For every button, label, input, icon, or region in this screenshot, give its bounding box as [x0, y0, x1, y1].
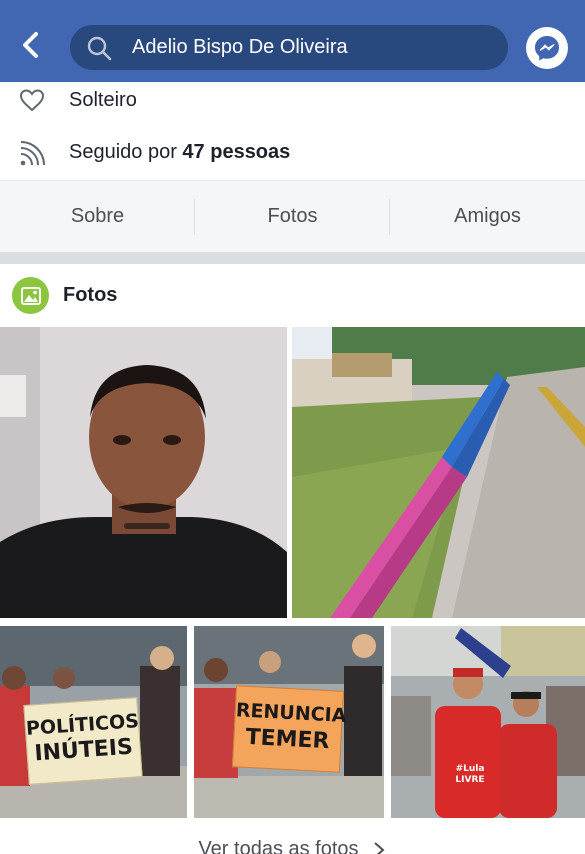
followers-count: 47 pessoas	[182, 141, 291, 163]
search-input[interactable]	[132, 25, 492, 70]
photos-title: Fotos	[63, 284, 118, 306]
tab-amigos[interactable]: Amigos	[390, 181, 585, 252]
search-box[interactable]	[70, 25, 508, 70]
photo-protest-1[interactable]: POLÍTICOS INÚTEIS	[0, 626, 187, 818]
relationship-status: Solteiro	[69, 89, 137, 111]
sign-2-line-1: RENUNCIA	[235, 699, 347, 728]
followers-text: Seguido por 47 pessoas	[69, 141, 290, 164]
see-all-label: Ver todas as fotos	[198, 838, 359, 854]
protest-sign-1: POLÍTICOS INÚTEIS	[23, 697, 143, 785]
heart-icon	[19, 89, 45, 112]
see-all-photos-link[interactable]: Ver todas as fotos	[0, 826, 585, 854]
back-button[interactable]	[14, 28, 48, 62]
chevron-right-icon	[373, 842, 385, 854]
sign-2-line-2: TEMER	[244, 724, 331, 755]
top-bar	[0, 0, 585, 82]
shirt-text-line-1: #Lula	[455, 764, 485, 774]
back-arrow-icon	[23, 32, 38, 58]
followers-row: Seguido por 47 pessoas	[0, 130, 585, 174]
search-icon	[87, 36, 112, 61]
shirt-text: #Lula LIVRE	[449, 764, 491, 786]
protest-sign-2: RENUNCIA TEMER	[231, 685, 347, 773]
rss-follow-icon	[20, 141, 45, 166]
tab-sobre[interactable]: Sobre	[0, 181, 195, 252]
relationship-row: Solteiro	[0, 78, 585, 122]
photo-railing[interactable]	[292, 327, 585, 618]
photo-portrait[interactable]	[0, 327, 287, 618]
photo-protest-2[interactable]: RENUNCIA TEMER	[194, 626, 384, 818]
photo-lula-livre[interactable]: #Lula LIVRE	[391, 626, 585, 818]
messenger-button[interactable]	[526, 27, 568, 69]
photos-header[interactable]: Fotos	[0, 264, 585, 326]
tab-fotos[interactable]: Fotos	[195, 181, 390, 252]
section-divider	[0, 252, 585, 264]
tab-label: Fotos	[267, 205, 318, 227]
followers-prefix: Seguido por	[69, 141, 183, 163]
profile-tabs: Sobre Fotos Amigos	[0, 180, 585, 252]
tab-label: Sobre	[70, 205, 125, 227]
photos-icon	[12, 277, 49, 314]
shirt-text-line-2: LIVRE	[455, 775, 485, 785]
messenger-icon	[535, 36, 559, 61]
tab-label: Amigos	[454, 205, 521, 227]
